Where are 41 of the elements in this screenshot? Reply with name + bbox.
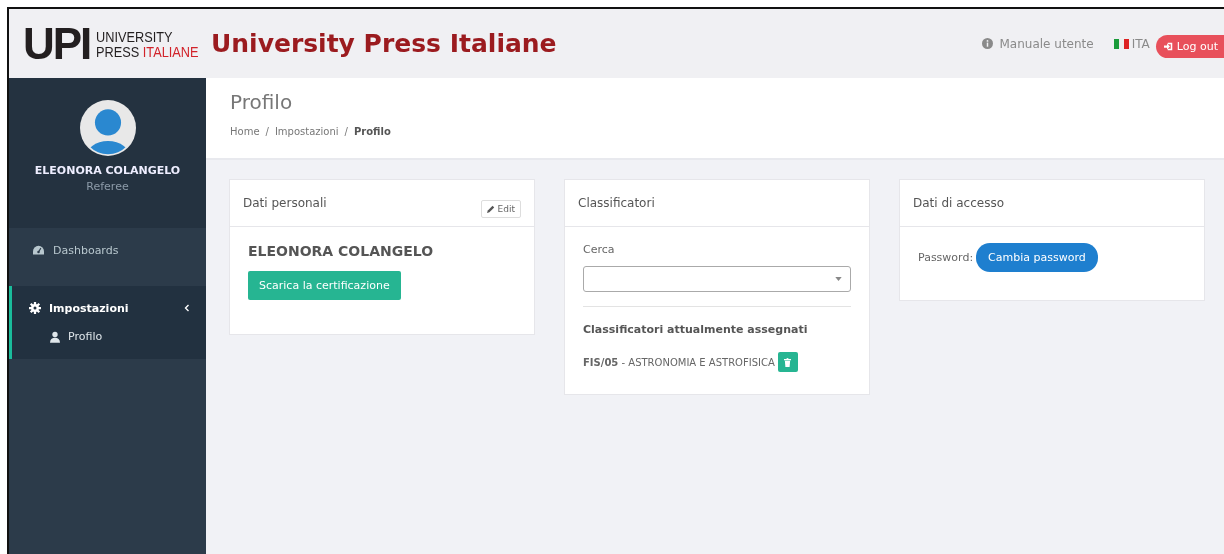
field-label: Cerca (583, 243, 616, 256)
delete-button[interactable] (777, 352, 798, 372)
flag-icon (1113, 38, 1129, 49)
menu-item[interactable]: Dashboards (9, 228, 206, 272)
gear-icon (29, 302, 41, 314)
user-icon (50, 330, 60, 343)
sign-in-icon (1163, 42, 1173, 51)
breadcrumb-link[interactable]: Impostazioni (274, 126, 339, 137)
breadcrumb-separator: / (265, 126, 269, 137)
card-title: Dati di accesso (913, 196, 1004, 210)
site-title: University Press Italiane (210, 29, 557, 58)
field-label: Password: (918, 251, 974, 264)
logout-button[interactable]: Log out (1155, 35, 1224, 58)
breadcrumb-link[interactable]: Home (230, 126, 260, 137)
submenu-item[interactable]: Profilo (12, 330, 206, 359)
info-icon (982, 38, 994, 49)
classifier-entry: FIS/05 - ASTRONOMIA E ASTROFISICA (583, 356, 775, 368)
pencil-icon (486, 205, 495, 213)
breadcrumb-current: Profilo (353, 126, 391, 137)
caret-down-icon (835, 277, 842, 281)
card-title: Classificatori (578, 196, 655, 210)
manual-link[interactable]: Manuale utente (982, 36, 1094, 51)
dashboard-icon (32, 244, 45, 256)
search-select[interactable] (583, 266, 851, 292)
user-role: Referee (86, 180, 129, 193)
trash-icon (784, 357, 792, 367)
logo-mark: UPI (23, 21, 91, 66)
download-certificate-button[interactable]: Scarica la certificazione (248, 271, 401, 300)
logo-text: UNIVERSITY (96, 28, 174, 44)
logo-text: PRESS ITALIANE (96, 43, 199, 59)
language-selector[interactable]: ITA (1113, 36, 1150, 51)
user-name: ELEONORA COLANGELO (34, 164, 181, 177)
breadcrumb-separator: / (344, 126, 348, 137)
card-title: Dati personali (243, 196, 327, 210)
person-name: ELEONORA COLANGELO (248, 243, 435, 259)
menu-item[interactable]: Impostazioni (12, 286, 206, 330)
page-title: Profilo (230, 90, 294, 114)
section-heading: Classificatori attualmente assegnati (583, 323, 809, 336)
edit-button[interactable]: Edit (480, 200, 521, 218)
avatar-icon (79, 100, 136, 156)
change-password-button[interactable]: Cambia password (976, 243, 1098, 272)
